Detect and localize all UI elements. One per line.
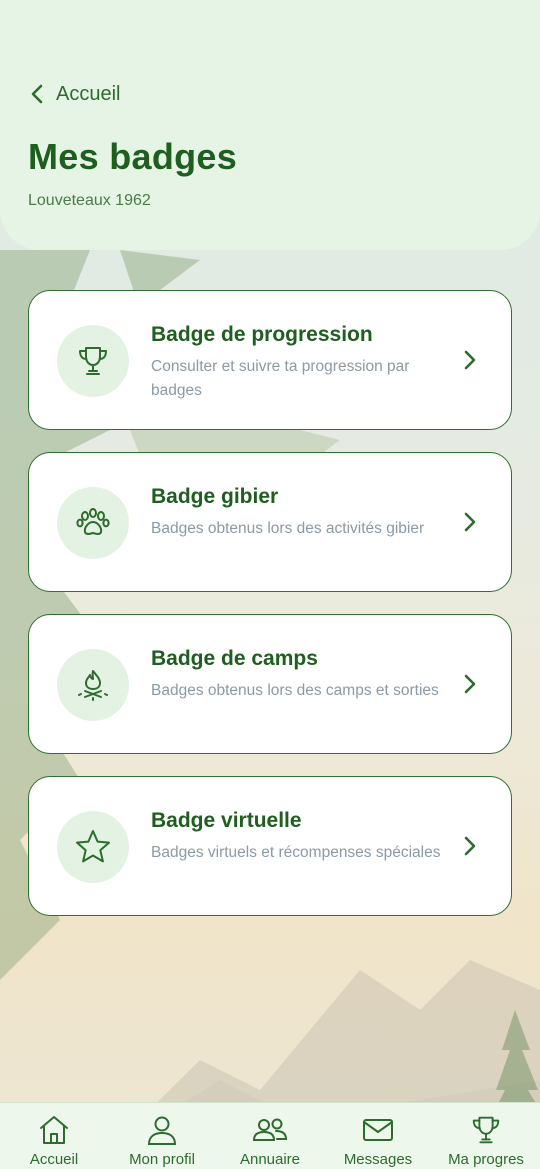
nav-item-accueil[interactable]: Accueil: [0, 1103, 108, 1169]
nav-item-ma-progression[interactable]: Ma progres: [432, 1103, 540, 1169]
badge-card-gibier[interactable]: Badge gibier Badges obtenus lors des act…: [28, 452, 512, 592]
chevron-right-icon: [464, 674, 476, 694]
chevron-right-icon: [464, 836, 476, 856]
badge-card-camps[interactable]: Badge de camps Badges obtenus lors des c…: [28, 614, 512, 754]
badge-card-virtuelle[interactable]: Badge virtuelle Badges virtuels et récom…: [28, 776, 512, 916]
page-title: Mes badges: [28, 136, 238, 177]
nav-label: Mon profil: [129, 1151, 195, 1168]
badge-list: Badge de progression Consulter et suivre…: [28, 290, 512, 938]
nav-label: Accueil: [29, 1151, 79, 1168]
card-description: Badges virtuels et récompenses spéciales: [151, 844, 441, 861]
card-icon-circle: [57, 325, 129, 397]
card-description: Badges obtenus lors des activités gibier: [151, 520, 425, 537]
card-icon-circle: [57, 811, 129, 883]
user-icon: [147, 1116, 177, 1145]
trophy-icon: [472, 1116, 500, 1144]
paw-icon: [76, 508, 110, 535]
chevron-right-icon: [464, 350, 476, 370]
card-description: Consulter et suivre ta progression par b…: [151, 358, 410, 399]
card-title: Badge de progression: [151, 323, 373, 346]
campfire-icon: [78, 670, 108, 701]
page-subtitle: Louveteaux 1962: [28, 192, 151, 209]
star-icon: [76, 830, 110, 863]
card-description: Badges obtenus lors des camps et sorties: [151, 682, 439, 699]
bottom-navigation: Accueil Mon profil Annuaire Messages Ma …: [0, 1102, 540, 1169]
users-icon: [252, 1118, 288, 1141]
nav-item-messages[interactable]: Messages: [324, 1103, 432, 1169]
chevron-right-icon: [464, 512, 476, 532]
card-title: Badge gibier: [151, 485, 279, 508]
card-icon-circle: [57, 487, 129, 559]
card-title: Badge virtuelle: [151, 809, 302, 832]
nav-label: Messages: [343, 1151, 413, 1168]
mail-icon: [363, 1119, 393, 1141]
chevron-left-icon: [31, 84, 43, 104]
card-title: Badge de camps: [151, 647, 318, 670]
page-header: Accueil Mes badges Louveteaux 1962: [0, 0, 540, 250]
home-icon: [40, 1116, 68, 1144]
back-label: Accueil: [56, 82, 121, 105]
card-icon-circle: [57, 649, 129, 721]
nav-label: Ma progres: [448, 1151, 524, 1168]
trophy-icon: [79, 347, 107, 375]
nav-label: Annuaire: [239, 1151, 301, 1168]
nav-item-mon-profil[interactable]: Mon profil: [108, 1103, 216, 1169]
back-button[interactable]: Accueil: [30, 80, 120, 108]
nav-item-annuaire[interactable]: Annuaire: [216, 1103, 324, 1169]
badge-card-progression[interactable]: Badge de progression Consulter et suivre…: [28, 290, 512, 430]
